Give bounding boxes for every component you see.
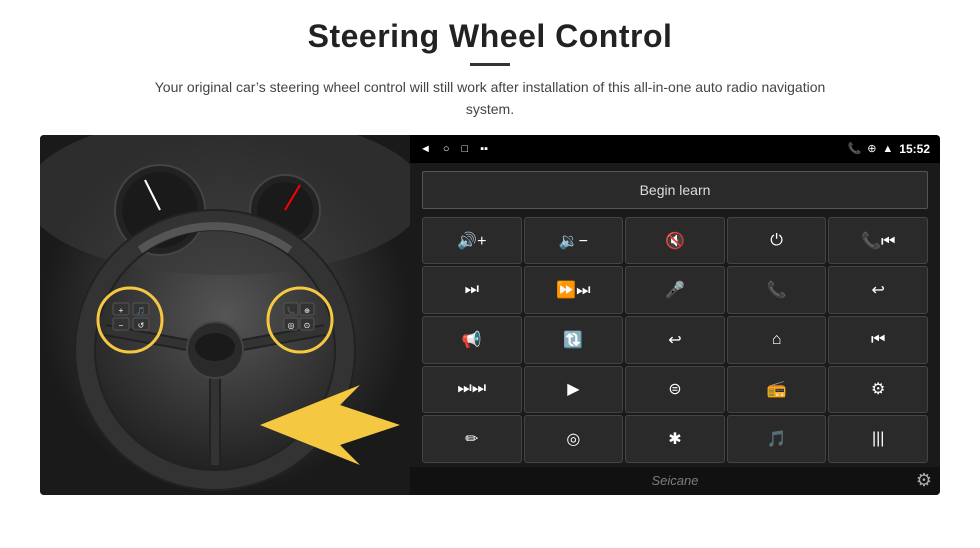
fast-forward-button[interactable]: ⏩⏭: [524, 266, 624, 314]
radio-button[interactable]: 📻: [727, 366, 827, 414]
svg-text:📞: 📞: [287, 306, 296, 315]
vol-up-button[interactable]: 🔊+: [422, 217, 522, 265]
page-title: Steering Wheel Control: [40, 18, 940, 55]
begin-learn-button[interactable]: Begin learn: [422, 171, 928, 209]
recent-nav-icon[interactable]: □: [462, 143, 469, 155]
svg-text:⊙: ⊙: [304, 321, 311, 330]
svg-text:⊕: ⊕: [304, 308, 310, 315]
svg-text:↺: ↺: [138, 321, 145, 330]
horn-button[interactable]: 📢: [422, 316, 522, 364]
skip-fwd-button[interactable]: ⏭⏭: [422, 366, 522, 414]
svg-text:◎: ◎: [288, 321, 295, 330]
status-bar: ◄ ○ □ ▪▪ 📞 ⊕ ▲ 15:52: [410, 135, 940, 163]
music-settings-button[interactable]: 🎵: [727, 415, 827, 463]
edit-button[interactable]: ✏: [422, 415, 522, 463]
eq-button[interactable]: ⚙: [828, 366, 928, 414]
360-button[interactable]: 🔃: [524, 316, 624, 364]
content-area: + − 🎵 ↺ 📞 ◎ ⊕ ⊙: [40, 135, 940, 495]
svg-text:−: −: [119, 321, 124, 330]
wifi-icon: ▲: [882, 143, 893, 155]
status-right: 📞 ⊕ ▲ 15:52: [847, 142, 930, 156]
location-icon: ⊕: [867, 142, 876, 155]
prev-track-button[interactable]: ⏮: [828, 316, 928, 364]
android-screen: ◄ ○ □ ▪▪ 📞 ⊕ ▲ 15:52 Begin learn: [410, 135, 940, 495]
status-left: ◄ ○ □ ▪▪: [420, 143, 488, 155]
watermark-text: Seicane: [652, 473, 699, 488]
page-wrapper: Steering Wheel Control Your original car…: [0, 0, 980, 548]
clock: 15:52: [899, 142, 930, 156]
svg-text:+: +: [119, 306, 124, 315]
navi-button[interactable]: ◎: [524, 415, 624, 463]
source-button[interactable]: ⊜: [625, 366, 725, 414]
home-button[interactable]: ⌂: [727, 316, 827, 364]
subtitle: Your original car’s steering wheel contr…: [140, 76, 840, 121]
mute-button[interactable]: 🔇: [625, 217, 725, 265]
next-track-button[interactable]: ⏭: [422, 266, 522, 314]
bt-button[interactable]: ✱: [625, 415, 725, 463]
title-divider: [470, 63, 510, 66]
back-button[interactable]: ↩: [625, 316, 725, 364]
svg-text:🎵: 🎵: [137, 306, 146, 315]
home-nav-icon[interactable]: ○: [443, 143, 450, 155]
mic-button[interactable]: 🎤: [625, 266, 725, 314]
hang-up-button[interactable]: ↩: [828, 266, 928, 314]
call-button[interactable]: 📞: [727, 266, 827, 314]
play-button[interactable]: ▶: [524, 366, 624, 414]
power-button[interactable]: ⏻: [727, 217, 827, 265]
sound-bars-button[interactable]: |||: [828, 415, 928, 463]
vol-down-button[interactable]: 🔉−: [524, 217, 624, 265]
watermark-bar: Seicane ⚙: [410, 467, 940, 495]
steering-wheel-image: + − 🎵 ↺ 📞 ◎ ⊕ ⊙: [40, 135, 410, 495]
back-nav-icon[interactable]: ◄: [420, 143, 431, 155]
call-prev-button[interactable]: 📞⏮: [828, 217, 928, 265]
battery-icon: ▪▪: [480, 143, 488, 155]
title-section: Steering Wheel Control Your original car…: [40, 18, 940, 121]
control-grid: 🔊+ 🔉− 🔇 ⏻ 📞⏮ ⏭ ⏩⏭ 🎤 📞 ↩ 📢 🔃 ↩ ⌂ ⏮ ⏭⏭: [410, 217, 940, 467]
begin-learn-area: Begin learn: [410, 163, 940, 217]
gear-icon[interactable]: ⚙: [916, 470, 932, 491]
phone-icon: 📞: [847, 142, 861, 155]
